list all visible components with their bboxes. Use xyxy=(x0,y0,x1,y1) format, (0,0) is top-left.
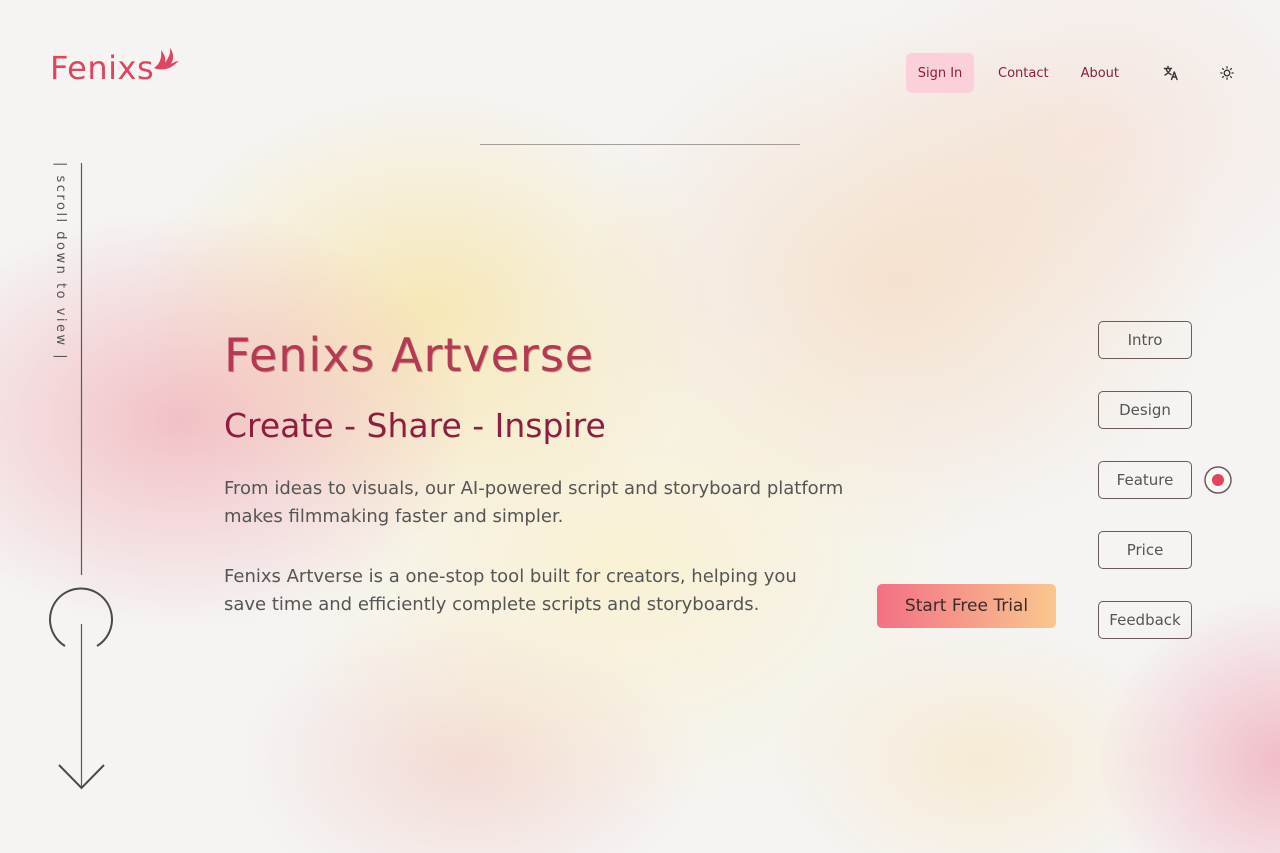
hero-title: Fenixs Artverse xyxy=(224,328,595,382)
active-section-indicator-icon xyxy=(1204,466,1232,494)
phoenix-flame-icon xyxy=(152,46,180,76)
top-divider xyxy=(480,144,800,145)
header-nav: Sign In Contact About xyxy=(906,53,1239,93)
brand-name: Fenixs xyxy=(50,49,155,87)
brand-logo[interactable]: Fenixs xyxy=(50,48,180,87)
sun-icon[interactable] xyxy=(1215,61,1239,85)
section-intro-button[interactable]: Intro xyxy=(1098,321,1192,359)
section-feature-button[interactable]: Feature xyxy=(1098,461,1192,499)
hero-section: Fenixs Artverse Create - Share - Inspire… xyxy=(224,328,844,619)
section-design-button[interactable]: Design xyxy=(1098,391,1192,429)
hero-description: From ideas to visuals, our AI-powered sc… xyxy=(224,478,844,527)
start-free-trial-button[interactable]: Start Free Trial xyxy=(877,584,1056,628)
section-price-button[interactable]: Price xyxy=(1098,531,1192,569)
translate-icon[interactable] xyxy=(1159,61,1183,85)
about-link[interactable]: About xyxy=(1081,66,1119,81)
hero-tagline: Create - Share - Inspire xyxy=(224,406,606,445)
sign-in-button[interactable]: Sign In xyxy=(906,53,974,93)
contact-link[interactable]: Contact xyxy=(998,66,1049,81)
section-feedback-button[interactable]: Feedback xyxy=(1098,601,1192,639)
arrow-down-icon[interactable] xyxy=(40,160,120,792)
hero-subdescription: Fenixs Artverse is a one-stop tool built… xyxy=(224,566,797,615)
